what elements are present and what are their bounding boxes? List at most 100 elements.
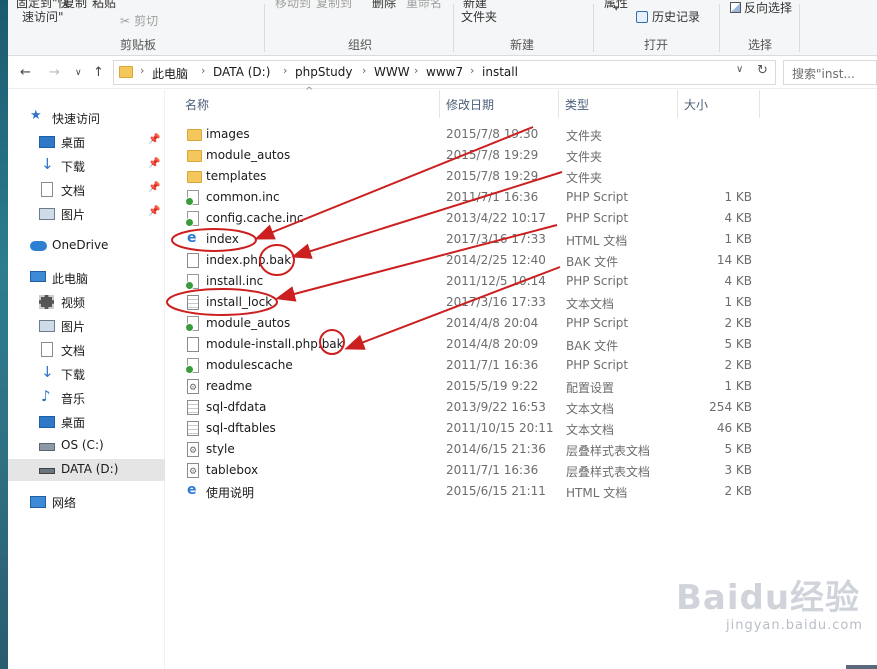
address-dropdown-chevron-icon[interactable]: ∨ <box>736 64 743 75</box>
breadcrumb-data-drive[interactable]: DATA (D:) <box>213 65 270 79</box>
file-row[interactable]: module_autos 2014/4/8 20:04 PHP Script 2 KB <box>166 313 766 334</box>
file-type: 层叠样式表文档 <box>566 444 651 458</box>
music-note-icon: ♪ <box>41 387 51 405</box>
column-header-type[interactable]: 类型 <box>565 96 589 113</box>
php-badge-icon <box>185 281 194 290</box>
column-header-name[interactable]: 名称 <box>185 96 209 113</box>
pin-icon[interactable]: 📌 <box>148 134 160 145</box>
file-row[interactable]: index.php.bak 2014/2/25 12:40 BAK 文件 14 KB <box>166 250 766 271</box>
file-name: images <box>206 127 250 141</box>
file-name: module_autos <box>206 316 291 330</box>
recent-locations-chevron-icon[interactable]: ∨ <box>75 68 82 78</box>
file-row[interactable]: config.cache.inc 2013/4/22 10:17 PHP Scrip… <box>166 208 766 229</box>
delete-button[interactable]: 删除 <box>372 0 396 11</box>
column-divider[interactable] <box>439 90 440 118</box>
file-row[interactable]: ⚙ readme 2015/5/19 9:22 配置设置 1 KB <box>166 376 766 397</box>
tree-label: OneDrive <box>52 238 109 252</box>
file-size: 4 KB <box>724 274 752 288</box>
file-row[interactable]: common.inc 2011/7/1 16:36 PHP Script 1 KB <box>166 187 766 208</box>
tree-network[interactable]: 网络 <box>8 491 165 513</box>
ie-html-icon: e <box>187 230 197 246</box>
tree-pc-documents[interactable]: 文档 <box>8 339 165 361</box>
drive-icon <box>39 468 55 474</box>
file-row[interactable]: images 2015/7/8 19:30 文件夹 <box>166 124 766 145</box>
tree-pc-pictures[interactable]: 图片 <box>8 315 165 337</box>
tree-label: 快速访问 <box>52 112 101 126</box>
rename-button[interactable]: 重命名 <box>406 0 442 11</box>
column-header-size[interactable]: 大小 <box>684 96 708 113</box>
breadcrumb-separator-icon: › <box>470 64 475 77</box>
copy-button[interactable]: 复制 <box>63 0 87 11</box>
file-row[interactable]: sql-dftables 2011/10/15 20:11 文本文档 46 KB <box>166 418 766 439</box>
tree-pc-os-drive[interactable]: OS (C:) <box>8 435 165 457</box>
breadcrumb-www7[interactable]: www7 <box>426 65 463 79</box>
tree-pc-music[interactable]: ♪ 音乐 <box>8 387 165 409</box>
config-settings-icon: ⚙ <box>187 379 199 394</box>
tree-pc-videos[interactable]: 视频 <box>8 291 165 313</box>
column-divider[interactable] <box>677 90 678 118</box>
breadcrumb-separator-icon: › <box>140 64 145 77</box>
tree-qa-desktop[interactable]: 桌面 📌 <box>8 131 165 153</box>
copy-to-button[interactable]: 复制到 <box>316 0 352 11</box>
pin-icon[interactable]: 📌 <box>148 158 160 169</box>
file-row[interactable]: install_lock 2017/3/16 17:33 文本文档 1 KB <box>166 292 766 313</box>
tree-onedrive[interactable]: OneDrive <box>8 235 165 257</box>
tree-this-pc[interactable]: 此电脑 <box>8 267 165 289</box>
file-row[interactable]: install.inc 2011/12/5 10:14 PHP Script 4 KB <box>166 271 766 292</box>
history-button[interactable]: 历史记录 <box>636 8 700 25</box>
tree-qa-documents[interactable]: 文档 📌 <box>8 179 165 201</box>
column-divider[interactable] <box>759 90 760 118</box>
tree-qa-pictures[interactable]: 图片 📌 <box>8 203 165 225</box>
breadcrumb-install[interactable]: install <box>482 65 518 79</box>
breadcrumb-phpstudy[interactable]: phpStudy <box>295 65 353 79</box>
download-arrow-icon: ↓ <box>41 155 54 173</box>
column-divider[interactable] <box>558 90 559 118</box>
move-to-button[interactable]: 移动到 <box>275 0 311 11</box>
file-row[interactable]: module-install.php.bak 2014/4/8 20:09 BAK … <box>166 334 766 355</box>
tree-qa-downloads[interactable]: ↓ 下载 📌 <box>8 155 165 177</box>
php-script-icon <box>185 211 199 227</box>
back-arrow-icon[interactable]: ← <box>20 65 31 80</box>
column-header-date[interactable]: 修改日期 <box>446 96 494 113</box>
pin-icon[interactable]: 📌 <box>148 182 160 193</box>
file-row[interactable]: e 使用说明 2015/6/15 21:11 HTML 文档 2 KB <box>166 481 766 502</box>
tree-quick-access[interactable]: ★ 快速访问 <box>8 107 165 129</box>
tree-pc-downloads[interactable]: ↓ 下载 <box>8 363 165 385</box>
file-row[interactable]: ⚙ style 2014/6/15 21:36 层叠样式表文档 5 KB <box>166 439 766 460</box>
sort-ascending-icon: ^ <box>305 86 314 97</box>
up-arrow-icon[interactable]: ↑ <box>93 65 104 80</box>
forward-arrow-icon[interactable]: → <box>49 65 60 80</box>
new-folder-button[interactable]: 文件夹 <box>461 8 497 25</box>
pin-icon[interactable]: 📌 <box>148 206 160 217</box>
file-size: 1 KB <box>724 232 752 246</box>
breadcrumb-www[interactable]: WWW <box>374 65 410 79</box>
refresh-icon[interactable]: ↻ <box>757 63 768 78</box>
invert-selection-button[interactable]: 反向选择 <box>730 0 792 16</box>
file-row[interactable]: e index 2017/3/16 17:33 HTML 文档 1 KB <box>166 229 766 250</box>
tree-pc-desktop[interactable]: 桌面 <box>8 411 165 433</box>
file-row[interactable]: sql-dfdata 2013/9/22 16:53 文本文档 254 KB <box>166 397 766 418</box>
search-input[interactable]: 搜索"inst... <box>792 65 855 82</box>
php-script-icon <box>185 274 199 290</box>
file-row[interactable]: modulescache 2011/7/1 16:36 PHP Script 2 KB <box>166 355 766 376</box>
file-type: PHP Script <box>566 274 629 288</box>
file-date: 2015/7/8 19:29 <box>446 169 539 183</box>
breadcrumb-this-pc[interactable]: 此电脑 <box>152 65 188 82</box>
file-size: 14 KB <box>716 253 752 267</box>
ribbon-divider <box>799 4 800 52</box>
file-size: 254 KB <box>709 400 752 414</box>
file-type: 文本文档 <box>566 297 615 311</box>
open-group-label: 打开 <box>644 38 669 52</box>
file-row[interactable]: module_autos 2015/7/8 19:29 文件夹 <box>166 145 766 166</box>
file-date: 2014/4/8 20:09 <box>446 337 539 351</box>
download-arrow-icon: ↓ <box>41 363 54 381</box>
blank-file-icon <box>187 337 199 352</box>
paste-button[interactable]: 粘贴 <box>92 0 116 11</box>
file-row[interactable]: templates 2015/7/8 19:29 文件夹 <box>166 166 766 187</box>
file-name: install.inc <box>206 274 264 288</box>
cut-button[interactable]: ✂ 剪切 <box>120 12 158 29</box>
tree-pc-data-drive[interactable]: DATA (D:) <box>8 459 165 481</box>
search-box[interactable]: 搜索"inst... <box>783 60 877 85</box>
address-bar[interactable]: › 此电脑 › DATA (D:) › phpStudy › WWW › www… <box>113 60 776 85</box>
file-row[interactable]: ⚙ tablebox 2011/7/1 16:36 层叠样式表文档 3 KB <box>166 460 766 481</box>
